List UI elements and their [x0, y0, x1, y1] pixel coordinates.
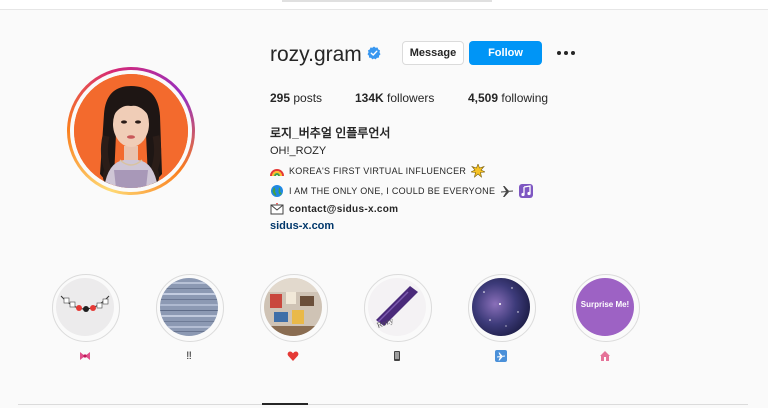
bio-website-link[interactable]: sidus-x.com	[270, 220, 334, 232]
highlight-cover: Rozy	[368, 278, 426, 336]
posts-stat: 295 posts	[270, 91, 322, 105]
bio-line-2-text: I AM THE ONLY ONE, I COULD BE EVERYONE	[289, 186, 496, 196]
bio-line-3: contact@sidus-x.com	[270, 202, 398, 216]
nav-search-bar[interactable]	[282, 0, 492, 2]
highlight-cover	[472, 278, 530, 336]
music-notes-icon	[519, 184, 534, 198]
bio-line-2: I AM THE ONLY ONE, I COULD BE EVERYONE	[270, 184, 534, 198]
top-navigation-bar	[0, 0, 768, 10]
highlight-cover	[160, 278, 218, 336]
posts-count: 295	[270, 91, 291, 105]
active-tab-indicator[interactable]	[262, 403, 308, 405]
followers-label: followers	[387, 91, 435, 105]
highlight-label	[572, 350, 638, 365]
double-exclamation-icon: ‼	[186, 350, 192, 362]
phone-icon	[394, 351, 400, 361]
globe-icon	[271, 185, 283, 197]
highlight-label	[364, 350, 430, 365]
profile-avatar[interactable]	[74, 74, 188, 188]
highlight-label	[260, 350, 326, 365]
more-options-icon[interactable]	[556, 50, 576, 56]
airplane-icon	[501, 186, 514, 197]
highlight-cover	[56, 278, 114, 336]
bio-line-1: KOREA'S FIRST VIRTUAL INFLUENCER	[270, 164, 486, 178]
ribbon-icon	[80, 352, 90, 360]
highlight-cover	[264, 278, 322, 336]
following-label: following	[501, 91, 549, 105]
following-stat[interactable]: 4,509 following	[468, 91, 548, 105]
house-icon	[600, 351, 610, 361]
posts-label: posts	[293, 91, 323, 105]
following-count: 4,509	[468, 91, 499, 105]
bio-subtitle: OH!_ROZY	[270, 145, 327, 157]
airplane-icon	[495, 350, 507, 362]
highlight-cover: Surprise Me!	[576, 278, 634, 336]
collision-icon	[471, 164, 486, 178]
followers-count: 134K	[355, 91, 384, 105]
highlight-cover-text: Surprise Me!	[580, 300, 630, 309]
bio-email[interactable]: contact@sidus-x.com	[289, 204, 398, 215]
highlight-label	[52, 350, 118, 365]
tabs-divider	[18, 404, 748, 405]
avatar-portrait	[74, 74, 188, 188]
heart-icon	[287, 351, 299, 361]
message-button[interactable]: Message	[402, 41, 464, 65]
story-ring[interactable]	[67, 67, 195, 195]
highlight-label	[468, 350, 534, 365]
profile-username: rozy.gram	[270, 43, 362, 66]
followers-stat[interactable]: 134K followers	[355, 91, 434, 105]
highlight-label: ‼	[156, 350, 222, 362]
rainbow-icon	[270, 169, 284, 177]
bio-line-1-text: KOREA'S FIRST VIRTUAL INFLUENCER	[289, 166, 467, 176]
follow-button[interactable]: Follow	[469, 41, 542, 65]
bio-display-name: 로지_버추얼 인플루언서	[270, 126, 391, 140]
envelope-icon	[270, 203, 284, 215]
verified-badge-icon	[367, 46, 381, 60]
